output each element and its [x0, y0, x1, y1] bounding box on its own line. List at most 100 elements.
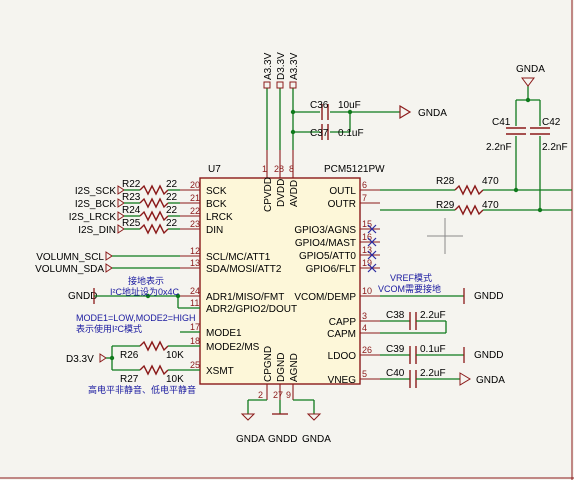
ic-value: PCM5121PW	[324, 164, 385, 175]
top-power-pins: 1 28 8 CPVDD DVDD AVDD	[262, 150, 300, 212]
pin-name-right: OUTR	[328, 199, 356, 210]
pin-name-left: XSMT	[206, 366, 234, 377]
r29-ref: R29	[436, 200, 455, 211]
pin-num-left: 18	[190, 336, 200, 346]
mode-mute-resistors[interactable]: D3.3V R26 10K R27 10K 高电平非静音、低电平静音	[66, 340, 200, 395]
res-ref: R24	[122, 205, 141, 216]
pin-name-left: DIN	[206, 225, 223, 236]
addr-ground[interactable]: GNDD 接地表示 I²C地址设为0x4C	[68, 275, 200, 309]
note-addr-title: 接地表示	[128, 275, 164, 286]
pin-num-left: 22	[190, 206, 200, 216]
pin-num-right: 5	[362, 369, 367, 379]
c39-val: 0.1uF	[420, 344, 446, 355]
gnda-label-top: GNDA	[418, 108, 447, 119]
c40-val: 2.2uF	[420, 368, 446, 379]
pin-num-right: 3	[362, 311, 367, 321]
c36-c37-decoupling[interactable]: C36 10uF C37 0.1uF GNDA	[290, 100, 447, 140]
pin-name-left: BCK	[206, 199, 227, 210]
pin-num-left: 11	[190, 298, 199, 308]
res-ref: R25	[122, 218, 141, 229]
crosshair-cursor	[427, 218, 463, 254]
r29-val: 470	[482, 200, 499, 211]
pin-num-right: 6	[362, 180, 367, 190]
c41-val: 2.2nF	[486, 142, 512, 153]
pin-name-left: SCK	[206, 186, 227, 197]
net-label-input: I2S_BCK	[75, 199, 116, 210]
gnda-label-vneg: GNDA	[476, 375, 505, 386]
pin-num-left: 25	[190, 360, 200, 370]
pin-name-right: GPIO4/MAST	[295, 238, 356, 249]
net-label-input: I2S_SCK	[75, 186, 116, 197]
note-mode-desc: MODE1=LOW,MODE2=HIGH	[76, 313, 196, 323]
pin-name-right: LDOO	[328, 351, 357, 362]
pin-num-agnd: 9	[286, 390, 291, 400]
c36-ref: C36	[310, 100, 329, 111]
c40-vneg-cap[interactable]: GNDA C40 2.2uF	[380, 368, 505, 388]
note-vref-title: VREF模式	[390, 272, 432, 283]
ic-ref: U7	[208, 164, 221, 175]
net-label-input: VOLUMN_SDA	[35, 264, 104, 275]
pin-num-left: 21	[190, 193, 200, 203]
pin-name-left: SDA/MOSI/ATT2	[206, 264, 282, 275]
pin-name-right: OUTL	[329, 186, 356, 197]
pin-name-left: MODE2/MS	[206, 342, 260, 353]
note-mute-desc: 高电平非静音、低电平静音	[88, 384, 196, 395]
note-addr-desc: I²C地址设为0x4C	[110, 286, 180, 297]
pin-name-right: VCOM/DEMP	[294, 292, 356, 303]
pin-num-dvdd: 28	[274, 164, 284, 174]
note-vref-desc: VCOM需要接地	[378, 283, 441, 294]
res-ref: R22	[122, 179, 141, 190]
pin-cpvdd: CPVDD	[263, 177, 274, 212]
c39-ldo-cap[interactable]: GNDD C39 0.1uF	[380, 344, 503, 364]
pin-name-right: CAPM	[327, 329, 356, 340]
c41-ref: C41	[492, 117, 511, 128]
power-rail-labels: A3.3V D3.3V A3.3V	[263, 52, 300, 150]
note-mode-desc2: 表示使用I²C模式	[76, 323, 142, 334]
c39-ref: C39	[386, 344, 405, 355]
output-network[interactable]: R28 470 R29 470 GNDA C41 C42 2.2nF 2.2nF	[380, 64, 572, 216]
r28-ref: R28	[436, 176, 455, 187]
gndd-label-addr: GNDD	[68, 291, 97, 302]
schematic-canvas: U7 PCM5121PW 1 28 8 CPVDD DVDD AVDD A3.3…	[0, 0, 574, 480]
pin-num-left: 17	[190, 322, 200, 332]
vcom-ground[interactable]: GNDD VREF模式 VCOM需要接地	[378, 272, 503, 304]
net-label-input: I2S_DIN	[78, 225, 116, 236]
pin-num-left: 20	[190, 180, 200, 190]
pin-cpgnd: CPGND	[263, 346, 274, 382]
rail-a33v-1: A3.3V	[263, 52, 274, 80]
gndd-label-dgnd: GNDD	[268, 434, 297, 445]
c38-flying-cap[interactable]: C38 2.2uF	[380, 310, 447, 334]
c42-val: 2.2nF	[542, 142, 568, 153]
pin-name-right: GPIO5/ATT0	[299, 251, 356, 262]
r27-val: 10K	[166, 374, 184, 385]
res-val: 22	[166, 205, 178, 216]
pin-name-left: ADR1/MISO/FMT	[206, 292, 284, 303]
d33v-label: D3.3V	[66, 354, 94, 365]
c42-ref: C42	[542, 117, 561, 128]
r27-ref: R27	[120, 374, 139, 385]
pin-num-left: 12	[190, 246, 200, 256]
pin-name-right: VNEG	[328, 375, 357, 386]
pin-agnd: AGND	[289, 353, 300, 382]
pin-num-right: 10	[362, 286, 372, 296]
pin-num-left: 23	[190, 219, 200, 229]
res-val: 22	[166, 179, 178, 190]
pin-name-left: SCL/MC/ATT1	[206, 252, 271, 263]
c36-val: 10uF	[338, 100, 361, 111]
rail-a33v-2: A3.3V	[289, 52, 300, 80]
pin-num-right: 7	[362, 193, 367, 203]
pin-num-right: 4	[362, 323, 367, 333]
pin-num-right: 26	[362, 345, 372, 355]
pin-name-left: MODE1	[206, 328, 242, 339]
gndd-label-ldo: GNDD	[474, 350, 503, 361]
c37-ref: C37	[310, 128, 329, 139]
r26-ref: R26	[120, 350, 139, 361]
c40-ref: C40	[386, 368, 405, 379]
i2s-inputs[interactable]: I2S_SCK R22 22 I2S_BCK R23 22 I2S_LRCK R24 22 I2S…	[35, 179, 180, 275]
net-label-input: VOLUMN_SCL	[36, 252, 104, 263]
pin-name-right: CAPP	[329, 317, 357, 328]
pin-num-dgnd: 27	[273, 390, 283, 400]
pin-name-left: ADR2/GPIO2/DOUT	[206, 304, 297, 315]
c38-ref: C38	[386, 310, 405, 321]
pin-num-left: 24	[190, 286, 200, 296]
